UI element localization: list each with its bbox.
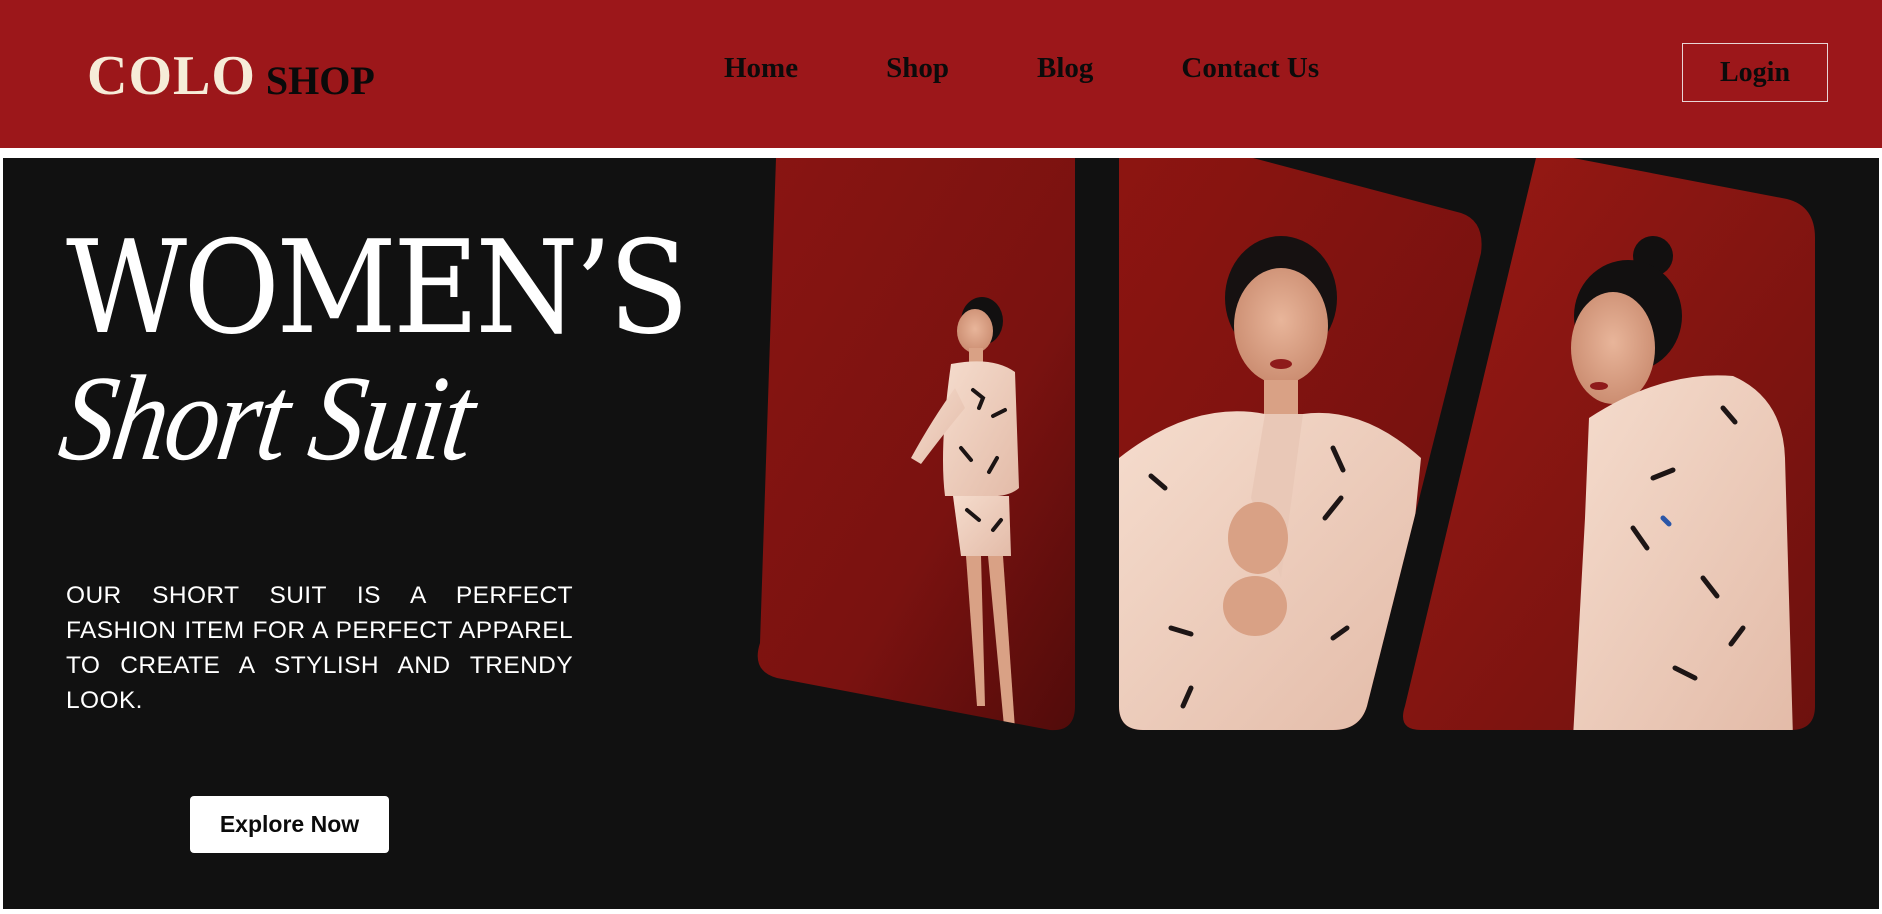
explore-now-button[interactable]: Explore Now: [190, 796, 389, 853]
hero-title: WOMEN’S: [66, 214, 689, 363]
nav-link-home[interactable]: Home: [724, 52, 798, 85]
nav-link-shop[interactable]: Shop: [886, 52, 949, 85]
brand-logo[interactable]: COLO SHOP: [87, 44, 375, 107]
nav-link-blog[interactable]: Blog: [1037, 52, 1093, 85]
photo-panel-full-body: [757, 158, 1075, 731]
top-navbar: COLO SHOP Home Shop Blog Contact Us Logi…: [0, 0, 1882, 148]
brand-name-primary: COLO: [87, 45, 256, 107]
main-nav: Home Shop Blog Contact Us: [724, 52, 1319, 85]
hero-subtitle: Short Suit: [52, 351, 481, 486]
hero-banner: WOMEN’S Short Suit OUR SHORT SUIT IS A P…: [3, 158, 1879, 909]
brand-name-secondary: SHOP: [265, 58, 375, 103]
login-button[interactable]: Login: [1682, 43, 1828, 102]
hero-description: OUR SHORT SUIT IS A PERFECT FASHION ITEM…: [66, 582, 573, 714]
nav-link-contact-us[interactable]: Contact Us: [1181, 52, 1319, 85]
